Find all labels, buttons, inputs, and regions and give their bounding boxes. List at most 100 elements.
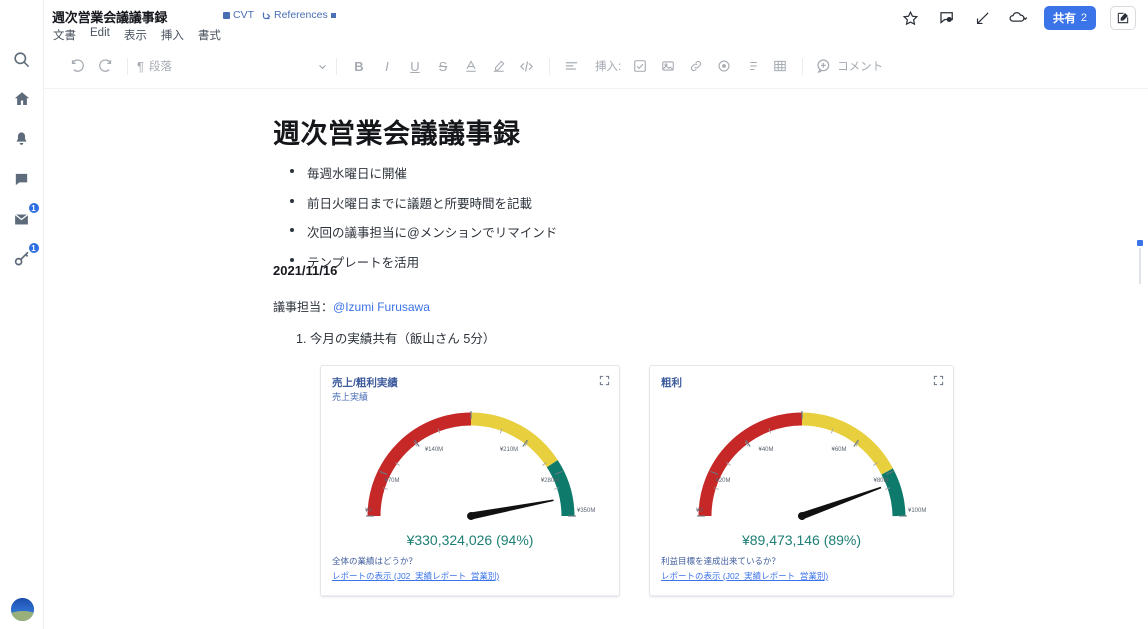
square-tag-icon (223, 11, 230, 19)
gauge-chart: ¥0 ¥70M ¥140M ¥210M ¥280M ¥350M (321, 388, 619, 538)
comment-label: コメント (837, 61, 884, 73)
owner-label: 議事担当： (273, 300, 334, 314)
gauge-tick-5: ¥100M (908, 508, 926, 514)
add-comment-icon (817, 59, 830, 73)
card-question: 全体の業績はどうか？ (332, 556, 418, 566)
owner-line: 議事担当：@Izumi Furusawa (273, 298, 430, 315)
strikethrough-button[interactable]: S (430, 53, 456, 79)
tag-cvt-label: CVT (233, 9, 254, 21)
formatting-toolbar: ¶ 段落 B I U S 挿入: コメント (44, 44, 1148, 89)
gauge-needle (467, 499, 554, 520)
toolbar-divider-4 (802, 57, 804, 75)
tag-cvt[interactable]: CVT (223, 9, 254, 21)
gauge-tick-3: ¥210M (500, 447, 518, 453)
mail-badge: 1 (27, 202, 40, 214)
share-label: 共有 (1052, 13, 1076, 25)
menu-item-edit[interactable]: Edit (90, 27, 110, 43)
italic-button[interactable]: I (374, 53, 400, 79)
expand-icon[interactable] (933, 373, 945, 386)
document-date: 2021/11/16 (273, 263, 338, 278)
chevron-down-icon (177, 62, 327, 71)
add-comment-button[interactable]: コメント (816, 58, 883, 74)
chart-card-sales[interactable]: 売上/粗利実績 売上実績 ¥0 ¥70M ¥140M ¥210M ¥280M ¥… (320, 365, 620, 597)
share-count: 2 (1080, 12, 1087, 24)
text-color-button[interactable] (458, 53, 484, 79)
align-icon[interactable] (559, 53, 585, 79)
card-divider (650, 595, 953, 596)
tag-references-label: References (274, 9, 328, 21)
gauge-tick-5: ¥350M (577, 508, 595, 514)
paragraph-style-label: 段落 (148, 61, 172, 73)
gauge-tick-3: ¥60M (831, 447, 846, 453)
toolbar-divider (127, 57, 128, 75)
mention-link[interactable]: @Izumi Furusawa (333, 300, 430, 314)
gauge-tick-2: ¥40M (758, 447, 773, 453)
menu-item-document[interactable]: 文書 (53, 27, 76, 43)
card-divider (321, 595, 619, 596)
left-sidebar: 1 1 (0, 0, 44, 629)
gauge-tick-0: ¥0 (365, 508, 372, 514)
document-page: 週次営業会議議事録 毎週水曜日に開催 前日火曜日までに議題と所要時間を記載 次回… (44, 90, 1148, 629)
document-heading: 週次営業会議議事録 (273, 119, 521, 149)
card-question: 利益目標を達成出来ているか？ (661, 556, 781, 566)
underline-button[interactable]: U (402, 53, 428, 79)
edit-pencil-icon[interactable] (1110, 6, 1136, 30)
header-bar: 週次営業会議議事録 CVT References 文書 Edit 表示 挿入 書… (44, 0, 1148, 44)
gauge-svg: ¥0 ¥70M ¥140M ¥210M ¥280M ¥350M (365, 411, 595, 520)
list-icon[interactable] (739, 53, 765, 79)
chart-card-gross-profit[interactable]: 粗利 ¥0 ¥20M ¥40M ¥60M ¥80M ¥100M ¥89,473,… (649, 365, 954, 597)
image-icon[interactable] (655, 53, 681, 79)
ordered-list-item: 1. 今月の実績共有（飯山さん 5分） (296, 332, 496, 346)
menu-item-format[interactable]: 書式 (198, 27, 221, 43)
share-button[interactable]: 共有 2 (1043, 6, 1096, 30)
gauge-tick-4: ¥280M (541, 478, 559, 484)
expand-icon[interactable] (599, 373, 611, 386)
cloud-dropdown-icon[interactable] (1008, 7, 1030, 29)
code-icon[interactable] (514, 53, 540, 79)
menu-item-insert[interactable]: 挿入 (161, 27, 184, 43)
card-footer: 全体の業績はどうか？ レポートの表示 (J02_実績レポート_営業別) (332, 555, 499, 582)
insert-label: 挿入: (594, 61, 622, 73)
undo-icon[interactable] (64, 53, 90, 79)
toolbar-divider-2 (335, 57, 337, 75)
header-actions: 共有 2 (900, 6, 1136, 30)
tag-references[interactable]: References (262, 9, 336, 21)
home-icon[interactable] (7, 84, 37, 114)
search-icon[interactable] (7, 44, 37, 74)
key-badge: 1 (27, 242, 40, 254)
diagonal-arrow-icon[interactable] (972, 7, 994, 29)
branch-icon (262, 12, 271, 19)
gauge-tick-1: ¥20M (715, 478, 730, 484)
bell-icon[interactable] (7, 124, 37, 154)
comment-bubble-icon[interactable] (936, 7, 958, 29)
card-report-link[interactable]: レポートの表示 (J02_実績レポート_営業別) (332, 570, 499, 582)
mail-icon[interactable]: 1 (7, 202, 40, 234)
bold-button[interactable]: B (346, 53, 372, 79)
checkbox-icon[interactable] (627, 53, 653, 79)
document-scroll-area[interactable]: 週次営業会議議事録 毎週水曜日に開催 前日火曜日までに議題と所要時間を記載 次回… (44, 90, 1148, 629)
gauge-value: ¥330,324,026 (94%) (406, 532, 534, 548)
toolbar-divider-3 (548, 57, 550, 75)
page-title[interactable]: 週次営業会議議事録 (52, 7, 167, 26)
paragraph-style-dropdown[interactable]: ¶ 段落 (137, 58, 327, 74)
gauge-chart: ¥0 ¥20M ¥40M ¥60M ¥80M ¥100M (650, 388, 953, 538)
chat-icon[interactable] (7, 164, 37, 194)
list-item: 前日火曜日までに議題と所要時間を記載 (288, 193, 557, 212)
star-icon[interactable] (900, 7, 922, 29)
gauge-value: ¥89,473,146 (89%) (741, 532, 862, 548)
redo-icon[interactable] (92, 53, 118, 79)
list-item: 毎週水曜日に開催 (288, 163, 557, 182)
gauge-tick-1: ¥70M (384, 478, 399, 484)
avatar[interactable] (11, 598, 34, 621)
scroll-indicator[interactable] (1136, 240, 1143, 284)
gauge-needle (798, 486, 882, 520)
card-report-link[interactable]: レポートの表示 (J02_実績レポート_営業別) (661, 570, 828, 582)
gauge-tick-2: ¥140M (425, 447, 443, 453)
menu-item-view[interactable]: 表示 (124, 27, 147, 43)
link-icon[interactable] (683, 53, 709, 79)
circle-icon[interactable] (711, 53, 737, 79)
key-icon[interactable]: 1 (7, 242, 40, 274)
highlighter-icon[interactable] (486, 53, 512, 79)
list-item: 次回の議事担当に@メンションでリマインド (288, 222, 557, 241)
table-icon[interactable] (767, 53, 793, 79)
